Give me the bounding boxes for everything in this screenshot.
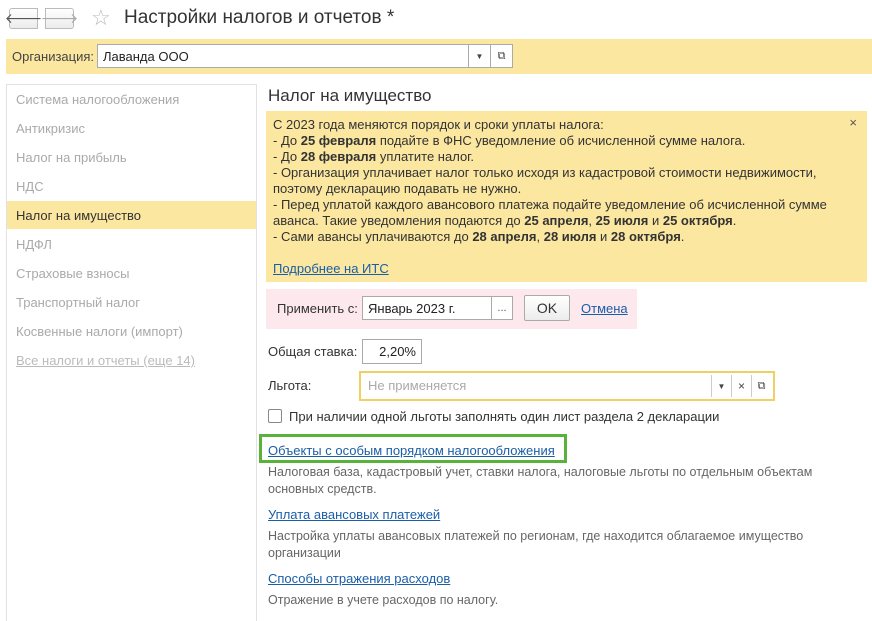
organization-dropdown-button[interactable]: ▼ xyxy=(468,44,491,68)
star-icon[interactable]: ☆ xyxy=(91,5,111,31)
single-sheet-option: При наличии одной льготы заполнять один … xyxy=(268,408,719,424)
single-sheet-checkbox-label: При наличии одной льготы заполнять один … xyxy=(289,408,720,424)
benefit-dropdown-button[interactable]: ▼ xyxy=(711,375,731,397)
benefit-open-button[interactable]: ⧉ xyxy=(751,375,771,397)
sidebar-item-anticrisis[interactable]: Антикризис xyxy=(7,114,256,142)
notice-panel: × С 2023 года меняются порядок и сроки у… xyxy=(266,111,867,282)
special-objects-description: Налоговая база, кадастровый учет, ставки… xyxy=(268,465,813,496)
sidebar-item-transport-tax[interactable]: Транспортный налог xyxy=(7,288,256,316)
sidebar-item-property-tax[interactable]: Налог на имущество xyxy=(7,201,256,229)
chevron-down-icon: ▼ xyxy=(475,51,484,61)
advance-payments-description: Настройка уплаты авансовых платежей по р… xyxy=(268,529,804,560)
its-details-link[interactable]: Подробнее на ИТС xyxy=(273,261,389,277)
close-icon: × xyxy=(737,379,745,393)
sidebar-item-vat[interactable]: НДС xyxy=(7,172,256,200)
single-sheet-checkbox[interactable] xyxy=(268,409,282,423)
organization-label: Организация: xyxy=(12,49,95,64)
organization-field[interactable]: Лаванда ООО xyxy=(97,44,469,68)
back-button[interactable]: 🡐 xyxy=(5,8,42,29)
expense-methods-description: Отражение в учете расходов по налогу. xyxy=(268,593,499,607)
organization-bar: Организация: Лаванда ООО ▼ ⧉ xyxy=(6,39,872,74)
benefit-field-box: Не применяется ▼ × ⧉ xyxy=(359,371,775,401)
sidebar-item-indirect-import[interactable]: Косвенные налоги (импорт) xyxy=(7,317,256,345)
notice-line: поэтому декларацию подавать не нужно. xyxy=(273,181,522,196)
rate-label: Общая ставка: xyxy=(268,344,358,359)
ok-button[interactable]: OK xyxy=(524,295,570,321)
apply-from-field[interactable]: Январь 2023 г. xyxy=(362,296,492,320)
apply-from-row: Применить с: Январь 2023 г. ... OK Отмен… xyxy=(266,289,637,329)
notice-line: - До 25 февраля подайте в ФНС уведомлени… xyxy=(273,133,746,148)
title-bar: 🡐 🡒 ☆ Настройки налогов и отчетов * xyxy=(0,0,872,36)
benefit-label: Льгота: xyxy=(268,378,312,393)
apply-from-select-button[interactable]: ... xyxy=(491,296,513,320)
arrow-left-icon: 🡐 xyxy=(4,10,43,26)
notice-line: - Перед уплатой каждого авансового плате… xyxy=(273,197,827,212)
advance-payments-link[interactable]: Уплата авансовых платежей xyxy=(268,507,440,522)
window-title: Настройки налогов и отчетов * xyxy=(124,7,395,28)
notice-line: - Сами авансы уплачиваются до 28 апреля,… xyxy=(273,229,685,244)
benefit-field[interactable]: Не применяется xyxy=(364,375,711,397)
sidebar-item-tax-system[interactable]: Система налогообложения xyxy=(7,85,256,113)
open-icon: ⧉ xyxy=(497,49,506,62)
chevron-down-icon: ▼ xyxy=(717,381,726,391)
notice-line: С 2023 года меняются порядок и сроки упл… xyxy=(273,117,604,132)
notice-line: - До 28 февраля уплатите налог. xyxy=(273,149,474,164)
expense-methods-link[interactable]: Способы отражения расходов xyxy=(268,571,450,586)
apply-from-label: Применить с: xyxy=(277,301,358,316)
open-icon: ⧉ xyxy=(757,379,766,392)
rate-field[interactable]: 2,20% xyxy=(362,339,422,364)
organization-open-button[interactable]: ⧉ xyxy=(490,44,513,68)
sidebar-item-profit-tax[interactable]: Налог на прибыль xyxy=(7,143,256,171)
forward-button[interactable]: 🡒 xyxy=(41,8,78,29)
arrow-right-icon: 🡒 xyxy=(40,10,79,26)
notice-line: аванса. Такие уведомления подаются до 25… xyxy=(273,213,737,228)
sidebar-item-ndfl[interactable]: НДФЛ xyxy=(7,230,256,258)
notice-line: - Организация уплачивает налог только ис… xyxy=(273,165,817,180)
sidebar-item-all-taxes[interactable]: Все налоги и отчеты (еще 14) xyxy=(7,346,256,374)
close-icon[interactable]: × xyxy=(849,115,857,131)
section-title: Налог на имущество xyxy=(268,86,432,105)
special-objects-link[interactable]: Объекты с особым порядком налогообложени… xyxy=(268,443,555,458)
cancel-link[interactable]: Отмена xyxy=(581,301,628,316)
sidebar-item-insurance[interactable]: Страховые взносы xyxy=(7,259,256,287)
sidebar: Система налогообложения Антикризис Налог… xyxy=(6,84,257,621)
benefit-clear-button[interactable]: × xyxy=(731,375,751,397)
